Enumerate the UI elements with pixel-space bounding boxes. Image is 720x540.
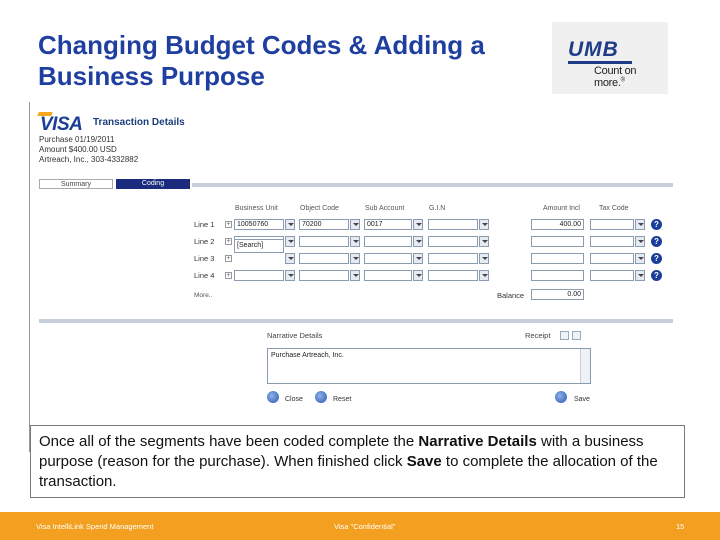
transaction-details-window: VISA Transaction Details Purchase 01/19/… [30,102,673,422]
slide-footer: Visa IntelliLink Spend Management Visa "… [0,512,720,540]
column-header-gin: G.I.N [429,205,446,212]
column-header-object-code: Object Code [300,205,339,212]
balance-value: 0.00 [531,289,584,300]
line-1-business-unit[interactable]: 10050760 [234,219,284,230]
column-header-tax-code: Tax Code [599,205,629,212]
line-2-business-unit-dropdown[interactable] [285,236,295,247]
line-1-gin[interactable] [428,219,478,230]
visa-logo: VISA [40,114,83,135]
line-1-sub-account[interactable]: 0017 [364,219,412,230]
expand-line-4-icon[interactable]: + [225,272,232,279]
balance-label: Balance [497,291,525,300]
expand-line-1-icon[interactable]: + [225,221,232,228]
line-2-tax-code-dropdown[interactable] [635,236,645,247]
purchase-amount: Amount $400.00 USD [39,145,117,154]
line-4-business-unit-dropdown[interactable] [285,270,295,281]
line-4-sub-account[interactable] [364,270,412,281]
purchase-date: Purchase 01/19/2011 [39,135,115,144]
narrative-details-label: Narrative Details [267,331,323,340]
line-4-tax-code-dropdown[interactable] [635,270,645,281]
instruction-callout: Once all of the segments have been coded… [30,425,685,498]
line-1-object-code-dropdown[interactable] [350,219,360,230]
page-number: 15 [676,522,685,531]
line-2-sub-account[interactable] [364,236,412,247]
line-1-tax-code-dropdown[interactable] [635,219,645,230]
line-1-sub-account-dropdown[interactable] [413,219,423,230]
column-header-sub-account: Sub Account [365,205,405,212]
receipt-checkbox-secondary[interactable] [572,331,581,340]
reset-button[interactable]: Reset [333,396,351,403]
line-3-help-icon[interactable]: ? [651,253,662,264]
footer-confidential-text: Visa "Confidential" [334,522,396,531]
tab-divider [192,183,673,187]
line-1-amount[interactable]: 400.00 [531,219,584,230]
slide-title: Changing Budget Codes & Adding a Busines… [38,30,558,92]
window-title: Transaction Details [93,117,185,128]
umb-logo-mark: UMB [568,38,619,61]
narrative-details-textarea[interactable]: Purchase Artreach, Inc. [267,348,591,384]
line-1-help-icon[interactable]: ? [651,219,662,230]
line-3-object-code[interactable] [299,253,349,264]
line-2-object-code-dropdown[interactable] [350,236,360,247]
line-4-label: Line 4 [194,271,215,280]
line-1-business-unit-dropdown[interactable] [285,219,295,230]
column-header-amount-incl: Amount Incl [543,205,580,212]
line-2-sub-account-dropdown[interactable] [413,236,423,247]
expand-line-2-icon[interactable]: + [225,238,232,245]
reset-icon[interactable] [315,391,327,403]
line-4-tax-code[interactable] [590,270,634,281]
line-4-object-code-dropdown[interactable] [350,270,360,281]
receipt-label: Receipt [525,331,551,340]
line-1-gin-dropdown[interactable] [479,219,489,230]
more-lines-link[interactable]: More.. [194,292,212,299]
section-divider [39,319,673,323]
line-4-gin[interactable] [428,270,478,281]
line-3-amount[interactable] [531,253,584,264]
line-2-gin-dropdown[interactable] [479,236,489,247]
slide-title-line-2: Business Purpose [38,61,265,91]
column-header-business-unit: Business Unit [235,205,278,212]
line-2-label: Line 2 [194,237,215,246]
close-icon[interactable] [267,391,279,403]
line-1-label: Line 1 [194,220,215,229]
receipt-checkbox[interactable] [560,331,569,340]
expand-line-3-icon[interactable]: + [225,255,232,262]
line-3-tax-code-dropdown[interactable] [635,253,645,264]
close-button[interactable]: Close [285,396,303,403]
merchant-info: Artreach, Inc., 303-4332882 [39,155,139,164]
save-icon[interactable] [555,391,567,403]
line-1-tax-code[interactable] [590,219,634,230]
umb-logo-tagline: Count on more.® [594,65,637,89]
line-4-amount[interactable] [531,270,584,281]
umb-logo: UMB Count on more.® [552,22,668,94]
line-4-object-code[interactable] [299,270,349,281]
tab-summary[interactable]: Summary [39,179,113,189]
line-4-sub-account-dropdown[interactable] [413,270,423,281]
line-3-object-code-dropdown[interactable] [350,253,360,264]
line-3-sub-account-dropdown[interactable] [413,253,423,264]
line-4-help-icon[interactable]: ? [651,270,662,281]
line-3-gin-dropdown[interactable] [479,253,489,264]
narrative-scrollbar[interactable] [580,349,590,383]
line-3-label: Line 3 [194,254,215,263]
line-2-amount[interactable] [531,236,584,247]
umb-logo-underline [568,61,632,64]
footer-left-text: Visa IntelliLink Spend Management [36,522,154,531]
line-3-sub-account[interactable] [364,253,412,264]
line-3-gin[interactable] [428,253,478,264]
line-1-object-code[interactable]: 70200 [299,219,349,230]
line-2-gin[interactable] [428,236,478,247]
line-4-gin-dropdown[interactable] [479,270,489,281]
instruction-text: Once all of the segments have been coded… [39,433,658,490]
line-3-tax-code[interactable] [590,253,634,264]
save-button[interactable]: Save [574,396,590,403]
line-4-business-unit[interactable] [234,270,284,281]
tab-coding[interactable]: Coding [116,179,190,189]
line-2-help-icon[interactable]: ? [651,236,662,247]
line-3-business-unit-dropdown[interactable] [285,253,295,264]
line-2-object-code[interactable] [299,236,349,247]
line-2-tax-code[interactable] [590,236,634,247]
business-unit-search-popup[interactable]: [Search] [234,239,284,253]
slide-title-line-1: Changing Budget Codes & Adding a [38,30,485,60]
